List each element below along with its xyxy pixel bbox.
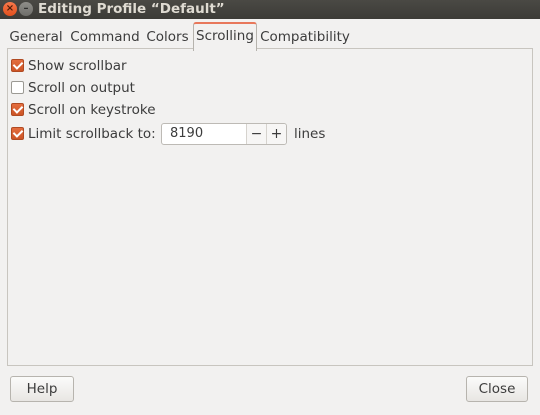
scrollback-lines-spinner[interactable]: 8190 − + bbox=[161, 123, 287, 145]
scroll-on-output-checkbox[interactable] bbox=[11, 81, 24, 94]
close-button[interactable]: Close bbox=[466, 376, 528, 402]
scroll-on-output-label: Scroll on output bbox=[28, 80, 135, 96]
tab-scrolling[interactable]: Scrolling bbox=[193, 22, 257, 51]
window-title: Editing Profile “Default” bbox=[38, 1, 225, 17]
tab-command[interactable]: Command bbox=[70, 25, 140, 49]
show-scrollbar-label: Show scrollbar bbox=[28, 58, 127, 74]
decrement-button[interactable]: − bbox=[246, 124, 266, 144]
scrollback-unit-label: lines bbox=[294, 126, 326, 142]
increment-button[interactable]: + bbox=[266, 124, 286, 144]
tab-compatibility[interactable]: Compatibility bbox=[260, 25, 350, 49]
show-scrollbar-checkbox[interactable] bbox=[11, 59, 24, 72]
close-window-icon[interactable]: × bbox=[3, 2, 17, 16]
limit-scrollback-checkbox[interactable] bbox=[11, 127, 24, 140]
title-bar: × – Editing Profile “Default” bbox=[0, 0, 540, 19]
scroll-on-keystroke-checkbox[interactable] bbox=[11, 103, 24, 116]
minimize-window-icon[interactable]: – bbox=[19, 2, 33, 16]
tab-general[interactable]: General bbox=[7, 25, 65, 49]
help-button[interactable]: Help bbox=[10, 376, 74, 402]
limit-scrollback-label: Limit scrollback to: bbox=[28, 126, 156, 142]
scrollback-lines-input[interactable]: 8190 bbox=[170, 124, 203, 144]
scroll-on-keystroke-label: Scroll on keystroke bbox=[28, 102, 156, 118]
tab-colors[interactable]: Colors bbox=[145, 25, 190, 49]
